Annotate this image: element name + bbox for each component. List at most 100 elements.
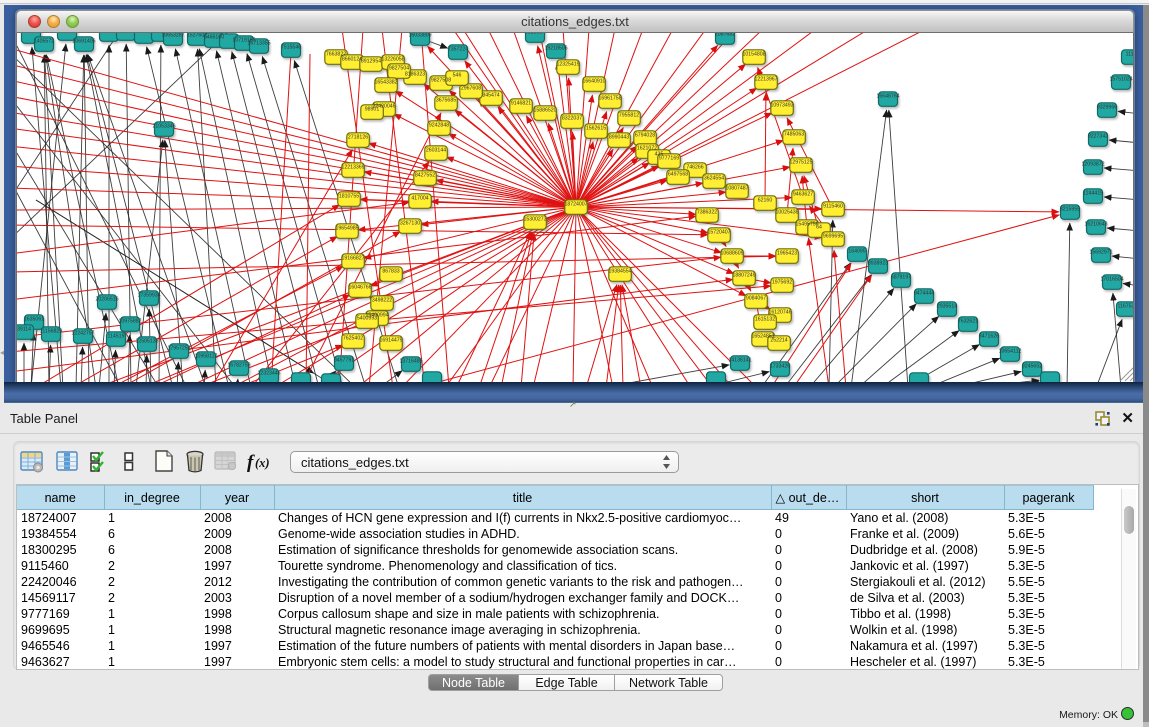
svg-text:2718126: 2718126: [348, 135, 368, 141]
svg-text:9463627: 9463627: [793, 192, 813, 198]
svg-text:14136141: 14136141: [728, 358, 751, 364]
svg-text:15886520: 15886520: [533, 108, 556, 114]
svg-text:12242757: 12242757: [71, 331, 94, 337]
svg-text:164095: 164095: [848, 249, 865, 255]
svg-text:7357224: 7357224: [448, 47, 468, 53]
svg-text:8427552: 8427552: [415, 173, 435, 179]
svg-text:13226058: 13226058: [381, 57, 404, 63]
svg-text:18807249: 18807249: [732, 273, 755, 279]
svg-text:1733426: 1733426: [770, 364, 790, 370]
svg-text:8990443: 8990443: [609, 135, 629, 141]
svg-text:9245652: 9245652: [1022, 364, 1042, 370]
svg-text:12325419: 12325419: [556, 62, 579, 68]
svg-text:10654112: 10654112: [999, 349, 1022, 355]
svg-text:16648764: 16648764: [876, 94, 899, 100]
svg-text:7632621: 7632621: [958, 319, 978, 325]
svg-text:(x): (x): [255, 456, 270, 470]
svg-text:20206516: 20206516: [95, 297, 118, 303]
svg-text:12213369: 12213369: [341, 165, 364, 171]
svg-text:3267130: 3267130: [400, 221, 420, 227]
svg-text:13716485: 13716485: [399, 359, 422, 365]
svg-text:21053346: 21053346: [152, 124, 175, 130]
svg-text:867833: 867833: [382, 269, 399, 275]
svg-text:20691406: 20691406: [72, 39, 95, 45]
svg-text:12093872: 12093872: [1081, 162, 1104, 168]
svg-text:9827508: 9827508: [431, 78, 451, 84]
svg-text:3624554: 3624554: [704, 176, 724, 182]
svg-text:8186323: 8186323: [405, 72, 425, 78]
svg-text:1965423: 1965423: [777, 251, 797, 257]
svg-text:10975887: 10975887: [118, 319, 141, 325]
svg-text:1615132: 1615132: [755, 317, 775, 323]
svg-text:9474444: 9474444: [914, 291, 934, 297]
svg-text:1244415: 1244415: [1083, 191, 1103, 197]
svg-text:10025438: 10025438: [775, 210, 798, 216]
svg-text:5400993: 5400993: [357, 316, 377, 322]
svg-text:16782759: 16782759: [227, 363, 250, 369]
svg-text:16033809: 16033809: [408, 33, 431, 39]
svg-text:19218506: 19218506: [544, 46, 567, 52]
svg-text:8813054: 8813054: [525, 33, 545, 36]
svg-text:16961758: 16961758: [598, 96, 621, 102]
svg-text:6466160: 6466160: [204, 35, 224, 41]
svg-text:2087682: 2087682: [715, 33, 735, 38]
svg-text:16120746: 16120746: [768, 310, 791, 316]
svg-text:16210643: 16210643: [1084, 222, 1107, 228]
svg-text:15300273: 15300273: [523, 217, 546, 223]
svg-text:3675685: 3675685: [436, 98, 456, 104]
svg-text:19654985: 19654985: [335, 226, 358, 232]
svg-text:11156829: 11156829: [40, 329, 62, 335]
svg-text:8471626: 8471626: [979, 334, 999, 340]
svg-text:64: 64: [816, 225, 822, 231]
svg-text:17359934: 17359934: [137, 293, 160, 299]
svg-text:16046766: 16046766: [348, 285, 371, 291]
svg-text:16640910: 16640910: [582, 79, 605, 85]
svg-text:39114: 39114: [17, 327, 31, 333]
svg-text:8938923: 8938923: [868, 261, 888, 267]
svg-text:114519: 114519: [108, 334, 125, 340]
svg-text:8912954: 8912954: [361, 59, 381, 65]
svg-text:16543382: 16543382: [374, 80, 397, 86]
svg-text:17016504: 17016504: [1100, 277, 1123, 283]
svg-text:18724007: 18724007: [564, 202, 587, 208]
svg-text:7485063: 7485063: [784, 132, 804, 138]
svg-text:12975125: 12975125: [789, 160, 812, 166]
svg-text:1117: 1117: [1126, 52, 1134, 58]
svg-text:1405572: 1405572: [34, 39, 54, 45]
svg-text:546: 546: [453, 73, 462, 79]
svg-text:746266: 746266: [686, 165, 703, 171]
svg-text:12213967: 12213967: [754, 77, 777, 83]
svg-text:1810755: 1810755: [339, 194, 359, 200]
svg-text:15692971: 15692971: [1089, 250, 1112, 256]
svg-text:10688609: 10688609: [720, 251, 743, 257]
svg-text:9227342: 9227342: [1088, 134, 1108, 140]
svg-text:7386322: 7386322: [697, 210, 717, 216]
svg-text:9699695: 9699695: [823, 234, 843, 240]
svg-text:10154808: 10154808: [742, 52, 765, 58]
svg-text:98901: 98901: [365, 107, 380, 113]
svg-text:1562615: 1562615: [586, 126, 606, 132]
svg-text:417004: 417004: [411, 196, 428, 202]
svg-text:16713355: 16713355: [247, 41, 270, 47]
svg-text:9777169: 9777169: [659, 156, 679, 162]
svg-text:62160: 62160: [758, 198, 773, 204]
svg-text:10807487: 10807487: [725, 186, 748, 192]
svg-text:9827504: 9827504: [389, 66, 409, 72]
svg-text:7515546: 7515546: [281, 45, 301, 51]
svg-text:19166827: 19166827: [341, 256, 364, 262]
svg-text:19384554: 19384554: [608, 269, 631, 275]
svg-text:2935514: 2935514: [937, 304, 957, 310]
svg-text:6497568: 6497568: [668, 172, 688, 178]
svg-text:17957253: 17957253: [167, 346, 190, 352]
svg-text:3498222: 3498222: [372, 298, 392, 304]
svg-text:16914479: 16914479: [379, 338, 402, 344]
svg-text:10653287: 10653287: [161, 33, 184, 39]
svg-text:2967608: 2967608: [461, 86, 481, 92]
svg-text:f: f: [247, 452, 255, 473]
svg-text:12323446: 12323446: [257, 371, 280, 377]
svg-text:9329966: 9329966: [1097, 105, 1117, 111]
svg-text:1635061: 1635061: [24, 317, 44, 323]
svg-text:10958117: 10958117: [195, 354, 218, 360]
svg-text:6879197: 6879197: [891, 275, 911, 281]
svg-text:10973493: 10973493: [770, 103, 793, 109]
